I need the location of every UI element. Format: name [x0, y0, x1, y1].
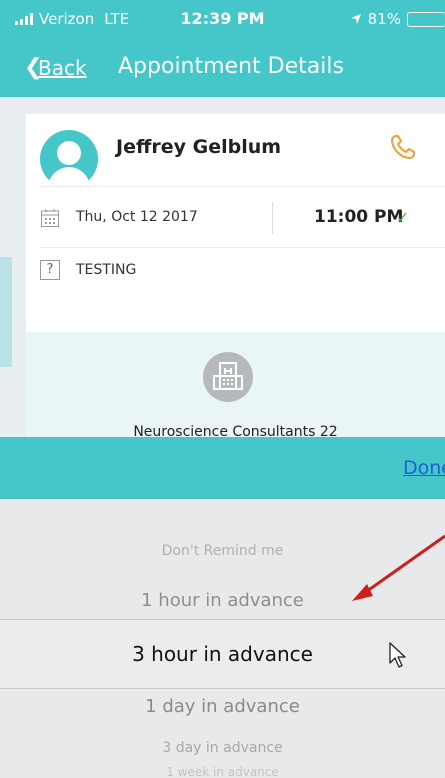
battery-icon: [407, 11, 445, 27]
picker-option[interactable]: Don't Remind me: [0, 543, 445, 559]
header: Verizon LTE 12:39 PM 81% ❮ Back Appointm…: [0, 0, 445, 97]
appointment-date: Thu, Oct 12 2017: [76, 209, 198, 225]
divider: [40, 186, 445, 187]
appointment-note: TESTING: [76, 262, 137, 278]
reminder-picker[interactable]: Don't Remind me 1 hour in advance 3 hour…: [0, 499, 445, 778]
picker-option[interactable]: 1 week in advance: [0, 765, 445, 778]
mouse-cursor-icon: [389, 642, 406, 668]
picker-option[interactable]: 1 hour in advance: [0, 590, 445, 611]
question-icon: ?: [40, 260, 60, 280]
hospital-icon: [203, 352, 253, 402]
patient-name: Jeffrey Gelblum: [116, 136, 282, 158]
picker-toolbar: Done: [0, 437, 445, 499]
location-icon: [350, 14, 361, 24]
appointment-card: Jeffrey Gelblum Thu, Oct 12 2017 11:00 P…: [26, 114, 445, 437]
nav-bar: ❮ Back Appointment Details: [0, 48, 445, 88]
left-accent: [0, 97, 20, 437]
phone-icon[interactable]: [388, 132, 418, 162]
divider: [40, 247, 445, 248]
done-button[interactable]: Done: [403, 457, 445, 479]
vertical-divider: [272, 202, 273, 234]
page-title: Appointment Details: [118, 54, 344, 79]
picker-option-selected[interactable]: 3 hour in advance: [0, 642, 445, 666]
check-icon: ✓: [396, 208, 410, 227]
calendar-icon: [41, 209, 59, 227]
status-bar: Verizon LTE 12:39 PM 81%: [0, 0, 445, 38]
appointment-time: 11:00 PM: [314, 207, 404, 227]
picker-option[interactable]: 3 day in advance: [0, 740, 445, 756]
avatar: [40, 130, 98, 188]
status-right: 81%: [350, 10, 445, 28]
battery-percent: 81%: [367, 10, 401, 28]
clinic-name: Neuroscience Consultants 22: [133, 424, 338, 437]
clinic-section: Neuroscience Consultants 22: [26, 332, 445, 437]
back-button[interactable]: Back: [38, 56, 87, 80]
screen: Verizon LTE 12:39 PM 81% ❮ Back Appointm…: [0, 0, 445, 778]
picker-option[interactable]: 1 day in advance: [0, 696, 445, 717]
